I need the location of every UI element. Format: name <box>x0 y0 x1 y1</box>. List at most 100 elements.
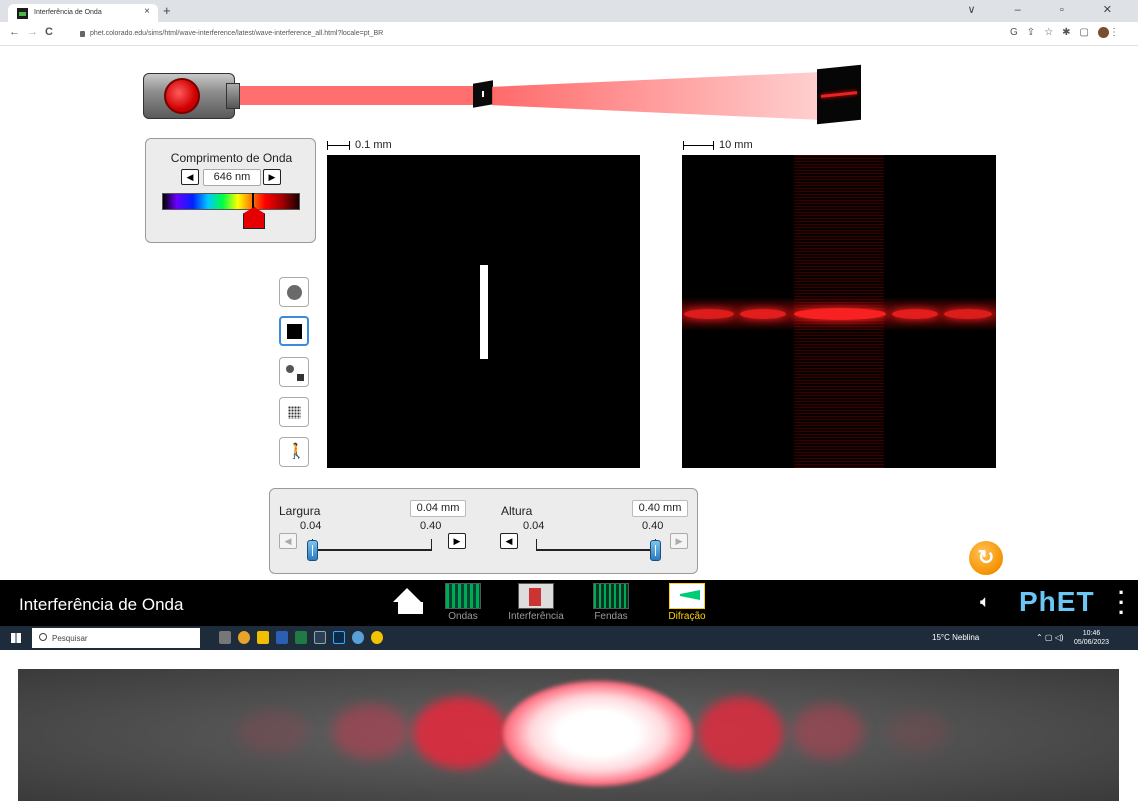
diffraction-photo <box>18 669 1119 801</box>
tab-ondas[interactable]: Ondas <box>434 583 492 622</box>
new-tab-button[interactable]: + <box>163 3 171 18</box>
height-max-label: 0.40 <box>642 520 664 532</box>
bookmark-star-icon[interactable]: ☆ <box>1044 27 1062 38</box>
wavelength-decrease-button[interactable]: ◀ <box>181 169 199 185</box>
windows-taskbar: Pesquisar 15°C Neblina ⌃ ▢ ◁) 10:46 05/0… <box>0 626 1138 650</box>
height-min-label: 0.04 <box>523 520 545 532</box>
width-increase-button[interactable]: ▶ <box>448 533 466 549</box>
width-label: Largura <box>279 504 321 518</box>
windows-start-icon[interactable] <box>11 633 21 643</box>
laser-nozzle <box>226 83 240 109</box>
taskbar-search[interactable]: Pesquisar <box>32 628 200 648</box>
browser-extension-icons[interactable]: G⇪☆✱▢ ⋮ <box>1010 27 1128 38</box>
sound-icon[interactable]: 🔈︎ <box>980 592 990 612</box>
wavelength-spectrum-slider[interactable] <box>162 193 300 210</box>
photo-fringe <box>238 709 308 754</box>
close-tab-icon[interactable]: × <box>144 6 150 17</box>
projection-screen <box>817 64 861 125</box>
grid-aperture-button[interactable] <box>279 397 309 427</box>
chrome-icon[interactable] <box>238 631 250 644</box>
word-icon[interactable] <box>276 631 288 644</box>
slits-screen-icon <box>593 583 629 609</box>
tab-difracao[interactable]: Difração <box>658 583 716 622</box>
laser-beam <box>240 86 476 105</box>
share-icon[interactable]: ⇪ <box>1027 27 1044 38</box>
two-shapes-aperture-button[interactable] <box>279 357 309 387</box>
google-icon[interactable]: G <box>1010 27 1027 38</box>
task-view-icon[interactable] <box>219 631 231 644</box>
file-explorer-icon[interactable] <box>257 631 269 644</box>
small-circle-icon <box>286 365 294 373</box>
browser-tab-title: Interferência de Onda <box>34 9 102 16</box>
screen: { "browser": { "tab_title": "Interferênc… <box>0 0 1138 801</box>
tab-fendas[interactable]: Fendas <box>582 583 640 622</box>
width-value: 0.04 mm <box>410 500 466 517</box>
browser-tabstrip: Interferência de Onda × + ∨ – ▫ ✕ <box>0 0 1138 22</box>
profile-avatar[interactable] <box>1098 27 1109 38</box>
width-slider-thumb[interactable] <box>307 540 318 561</box>
fringe <box>684 309 734 319</box>
height-label: Altura <box>501 504 533 518</box>
diffraction-pattern-view <box>682 155 996 468</box>
phet-menu-icon[interactable]: · · · <box>1118 582 1125 624</box>
window-controls[interactable]: ∨ – ▫ ✕ <box>968 3 1130 16</box>
lightroom-icon[interactable] <box>314 631 326 644</box>
photoshop-icon[interactable] <box>333 631 345 644</box>
height-slider-thumb[interactable] <box>650 540 661 561</box>
tab-difracao-label: Difração <box>668 611 706 622</box>
photo-fringe <box>333 704 408 759</box>
photo-fringe <box>698 697 783 769</box>
width-max-label: 0.40 <box>420 520 442 532</box>
wavelength-increase-button[interactable]: ▶ <box>263 169 281 185</box>
interference-screen-icon <box>518 583 554 609</box>
circle-aperture-button[interactable] <box>279 277 309 307</box>
app-icon[interactable] <box>352 631 364 644</box>
tab-interferencia-label: Interferência <box>508 611 564 622</box>
photo-fringe <box>413 697 508 769</box>
address-bar[interactable]: phet.colorado.edu/sims/html/wave-interfe… <box>78 25 998 43</box>
height-decrease-button[interactable]: ◀ <box>500 533 518 549</box>
fringe <box>944 309 992 319</box>
sidepanel-icon[interactable]: ▢ <box>1080 27 1098 38</box>
width-max-tick <box>431 539 432 549</box>
rectangle-aperture-button[interactable] <box>279 316 309 346</box>
laser-on-button[interactable] <box>164 78 200 114</box>
menu-icon[interactable]: ⋮ <box>1109 27 1128 38</box>
width-decrease-button[interactable]: ◀ <box>279 533 297 549</box>
aperture-plate <box>473 80 493 108</box>
photo-fringe <box>888 711 948 753</box>
clock-time: 10:46 <box>1082 630 1101 637</box>
clock-date: 05/06/2023 <box>1074 639 1110 646</box>
tab-interferencia[interactable]: Interferência <box>507 583 565 622</box>
fringe <box>892 309 938 319</box>
width-slider-track[interactable] <box>312 549 432 551</box>
fringe <box>740 309 786 319</box>
weather-widget[interactable]: 15°C Neblina <box>932 633 979 642</box>
back-button[interactable]: ← <box>9 26 20 38</box>
photo-central-maximum <box>503 681 693 786</box>
system-tray-icons[interactable]: ⌃ ▢ ◁) <box>1036 633 1064 642</box>
pattern-scale-bar <box>683 141 714 150</box>
reload-button[interactable]: C <box>45 26 53 38</box>
height-value: 0.40 mm <box>632 500 688 517</box>
address-url: phet.colorado.edu/sims/html/wave-interfe… <box>90 30 384 37</box>
wavelength-panel: Comprimento de Onda ◀ 646 nm ▶ <box>145 138 316 243</box>
wavelength-slider-thumb[interactable] <box>243 193 263 227</box>
browser-tab[interactable]: Interferência de Onda × <box>8 4 158 22</box>
height-slider-track[interactable] <box>536 549 656 551</box>
extensions-icon[interactable]: ✱ <box>1062 27 1079 38</box>
aperture-view <box>327 155 640 468</box>
dimension-control-panel: Largura 0.04 mm 0.04 0.40 ◀ ▶ Altura 0.4… <box>269 488 698 574</box>
pattern-scale-label: 10 mm <box>719 139 753 151</box>
reset-all-button[interactable] <box>969 541 1003 575</box>
home-icon[interactable] <box>393 588 423 616</box>
app-icon[interactable] <box>371 631 383 644</box>
browser-toolbar: ← → C phet.colorado.edu/sims/html/wave-i… <box>0 22 1138 46</box>
taskbar-clock[interactable]: 10:46 05/06/2023 <box>1074 629 1109 647</box>
sim-title: Interferência de Onda <box>19 595 184 614</box>
forward-button[interactable]: → <box>27 26 38 38</box>
excel-icon[interactable] <box>295 631 307 644</box>
height-increase-button[interactable]: ▶ <box>670 533 688 549</box>
square-icon <box>287 324 302 339</box>
figure-aperture-button[interactable]: 🚶 <box>279 437 309 467</box>
